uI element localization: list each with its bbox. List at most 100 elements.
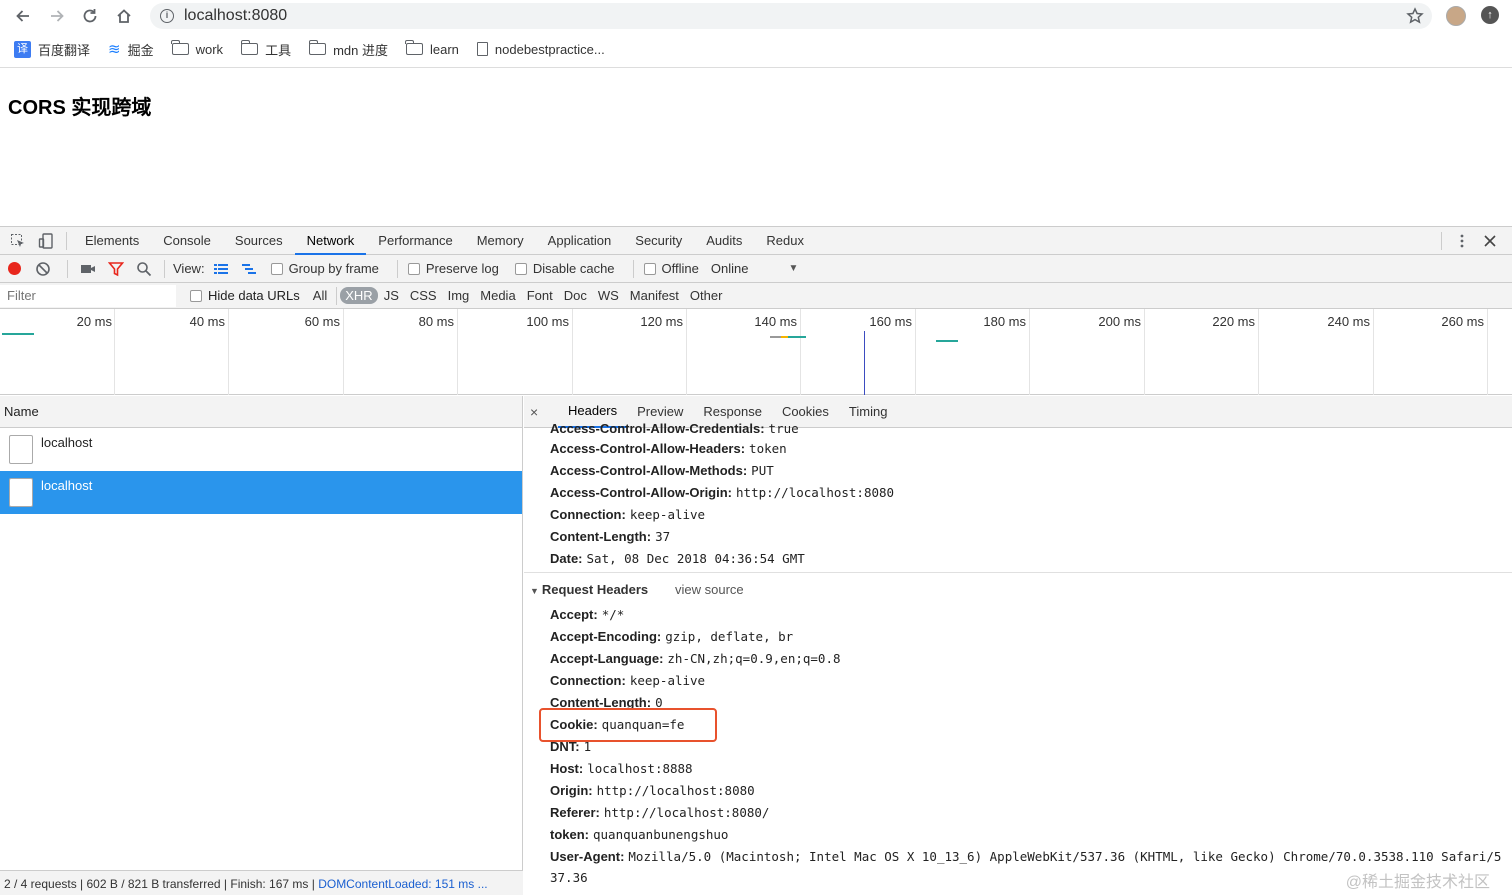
timeline-tick: 220 ms (1145, 309, 1259, 395)
document-icon (9, 478, 33, 507)
timeline-tick: 20 ms (0, 309, 115, 395)
tab-network[interactable]: Network (294, 227, 367, 255)
header-row: Access-Control-Allow-Origin: http://local… (550, 485, 895, 500)
info-icon[interactable]: i (160, 9, 174, 23)
divider (632, 259, 634, 278)
filter-media[interactable]: Media (475, 287, 520, 304)
tab-elements[interactable]: Elements (73, 227, 151, 255)
name-column-header[interactable]: Name (0, 396, 522, 428)
tab-application[interactable]: Application (536, 227, 624, 255)
waterfall-bar (936, 340, 958, 342)
filter-ws[interactable]: WS (593, 287, 624, 304)
header-row: Accept-Encoding: gzip, deflate, br (550, 629, 794, 644)
filter-manifest[interactable]: Manifest (625, 287, 684, 304)
filter-icon[interactable] (108, 261, 124, 277)
device-toolbar-icon[interactable] (38, 232, 54, 249)
disable-cache-toggle[interactable]: Disable cache (511, 261, 615, 276)
bookmark-folder[interactable]: work (171, 40, 223, 57)
bookmark-star-icon[interactable] (1406, 7, 1424, 25)
header-row-wrap: 37.36 (550, 870, 588, 885)
view-label: View: (173, 261, 205, 276)
tab-console[interactable]: Console (151, 227, 223, 255)
timeline-tick: 60 ms (229, 309, 344, 395)
filter-input[interactable] (0, 284, 176, 307)
network-summary: 2 / 4 requests | 602 B / 821 B transferr… (0, 870, 523, 895)
waterfall-overview-icon[interactable] (241, 261, 257, 277)
filter-img[interactable]: Img (443, 287, 475, 304)
preserve-log-checkbox[interactable] (407, 262, 420, 275)
offline-checkbox[interactable] (643, 262, 656, 275)
request-headers-toggle[interactable]: ▼ Request Headers (530, 582, 648, 597)
forward-icon[interactable] (42, 1, 72, 31)
bookmark-item[interactable]: ≋ 掘金 (108, 40, 154, 59)
tab-security[interactable]: Security (623, 227, 694, 255)
tab-audits[interactable]: Audits (694, 227, 754, 255)
view-source-link[interactable]: view source (675, 582, 744, 597)
close-icon[interactable] (1482, 233, 1498, 249)
filter-css[interactable]: CSS (405, 287, 442, 304)
timeline-tick: 100 ms (458, 309, 573, 395)
tab-sources[interactable]: Sources (223, 227, 295, 255)
bookmark-folder[interactable]: 工具 (240, 40, 291, 59)
reload-icon[interactable] (75, 1, 105, 31)
header-row: Access-Control-Allow-Credentials: true (550, 421, 799, 436)
tab-memory[interactable]: Memory (465, 227, 536, 255)
throttling-select[interactable]: Online ▼ (711, 261, 798, 276)
filter-all[interactable]: All (308, 287, 332, 304)
dom-content-loaded-marker (864, 331, 865, 395)
network-overview-timeline[interactable]: 20 ms 40 ms 60 ms 80 ms 100 ms 120 ms 14… (0, 309, 1512, 395)
divider (336, 286, 338, 305)
timeline-tick: 140 ms (687, 309, 801, 395)
folder-icon (405, 40, 423, 55)
header-row: Date: Sat, 08 Dec 2018 04:36:54 GMT (550, 551, 805, 566)
group-by-frame-toggle[interactable]: Group by frame (267, 261, 379, 276)
hide-data-urls-checkbox[interactable] (190, 289, 202, 302)
header-row: Origin: http://localhost:8080 (550, 783, 755, 798)
inspect-element-icon[interactable] (10, 233, 26, 249)
filter-font[interactable]: Font (522, 287, 558, 304)
preserve-log-toggle[interactable]: Preserve log (404, 261, 499, 276)
filter-xhr[interactable]: XHR (340, 287, 378, 304)
page-title: CORS 实现跨域 (8, 97, 152, 119)
clear-icon[interactable] (35, 261, 51, 277)
bookmark-item[interactable]: nodebestpractice... (476, 42, 605, 57)
request-row[interactable]: localhost (0, 428, 522, 471)
large-rows-icon[interactable] (213, 261, 229, 277)
hide-data-urls-toggle[interactable]: Hide data URLs (186, 288, 300, 303)
filter-other[interactable]: Other (685, 287, 728, 304)
group-by-frame-checkbox[interactable] (270, 262, 283, 275)
filter-doc[interactable]: Doc (559, 287, 592, 304)
bookmark-folder[interactable]: learn (405, 40, 459, 57)
bookmark-folder[interactable]: mdn 进度 (308, 40, 388, 59)
tab-performance[interactable]: Performance (366, 227, 464, 255)
filter-bar: Hide data URLs All XHR JS CSS Img Media … (0, 283, 1512, 309)
profile-avatar[interactable] (1446, 6, 1466, 26)
juejin-icon: ≋ (108, 41, 121, 58)
offline-toggle[interactable]: Offline (640, 261, 699, 276)
translate-icon: 译 (14, 40, 31, 58)
screenshot-camera-icon[interactable] (80, 261, 96, 277)
back-icon[interactable] (8, 1, 38, 31)
bookmark-item[interactable]: 译百度翻译 (14, 40, 90, 59)
devtools-panel: Elements Console Sources Network Perform… (0, 226, 1512, 895)
record-icon[interactable] (8, 262, 21, 275)
tab-redux[interactable]: Redux (754, 227, 816, 255)
devtools-tabs: Elements Console Sources Network Perform… (0, 227, 1512, 255)
filter-js[interactable]: JS (379, 287, 404, 304)
header-row: User-Agent: Mozilla/5.0 (Macintosh; Intel… (550, 849, 1502, 864)
request-row-selected[interactable]: localhost (0, 471, 522, 514)
waterfall-bar (770, 336, 806, 338)
extension-icon[interactable]: ↑ (1481, 6, 1499, 24)
timeline-tick: 40 ms (115, 309, 229, 395)
header-row: Access-Control-Allow-Headers: token (550, 441, 787, 456)
more-options-icon[interactable] (1454, 233, 1470, 249)
close-icon[interactable]: × (530, 404, 544, 420)
request-detail-panel: × Headers Preview Response Cookies Timin… (524, 396, 1512, 895)
tab-timing[interactable]: Timing (839, 397, 898, 427)
bookmarks-bar: 译百度翻译 ≋ 掘金 work 工具 mdn 进度 learn nodebestp… (0, 36, 1512, 62)
disable-cache-checkbox[interactable] (514, 262, 527, 275)
search-icon[interactable] (136, 261, 152, 277)
network-toolbar: View: Group by frame Preserve log Disabl… (0, 255, 1512, 283)
home-icon[interactable] (109, 1, 139, 31)
address-bar[interactable]: i localhost:8080 (150, 3, 1432, 29)
